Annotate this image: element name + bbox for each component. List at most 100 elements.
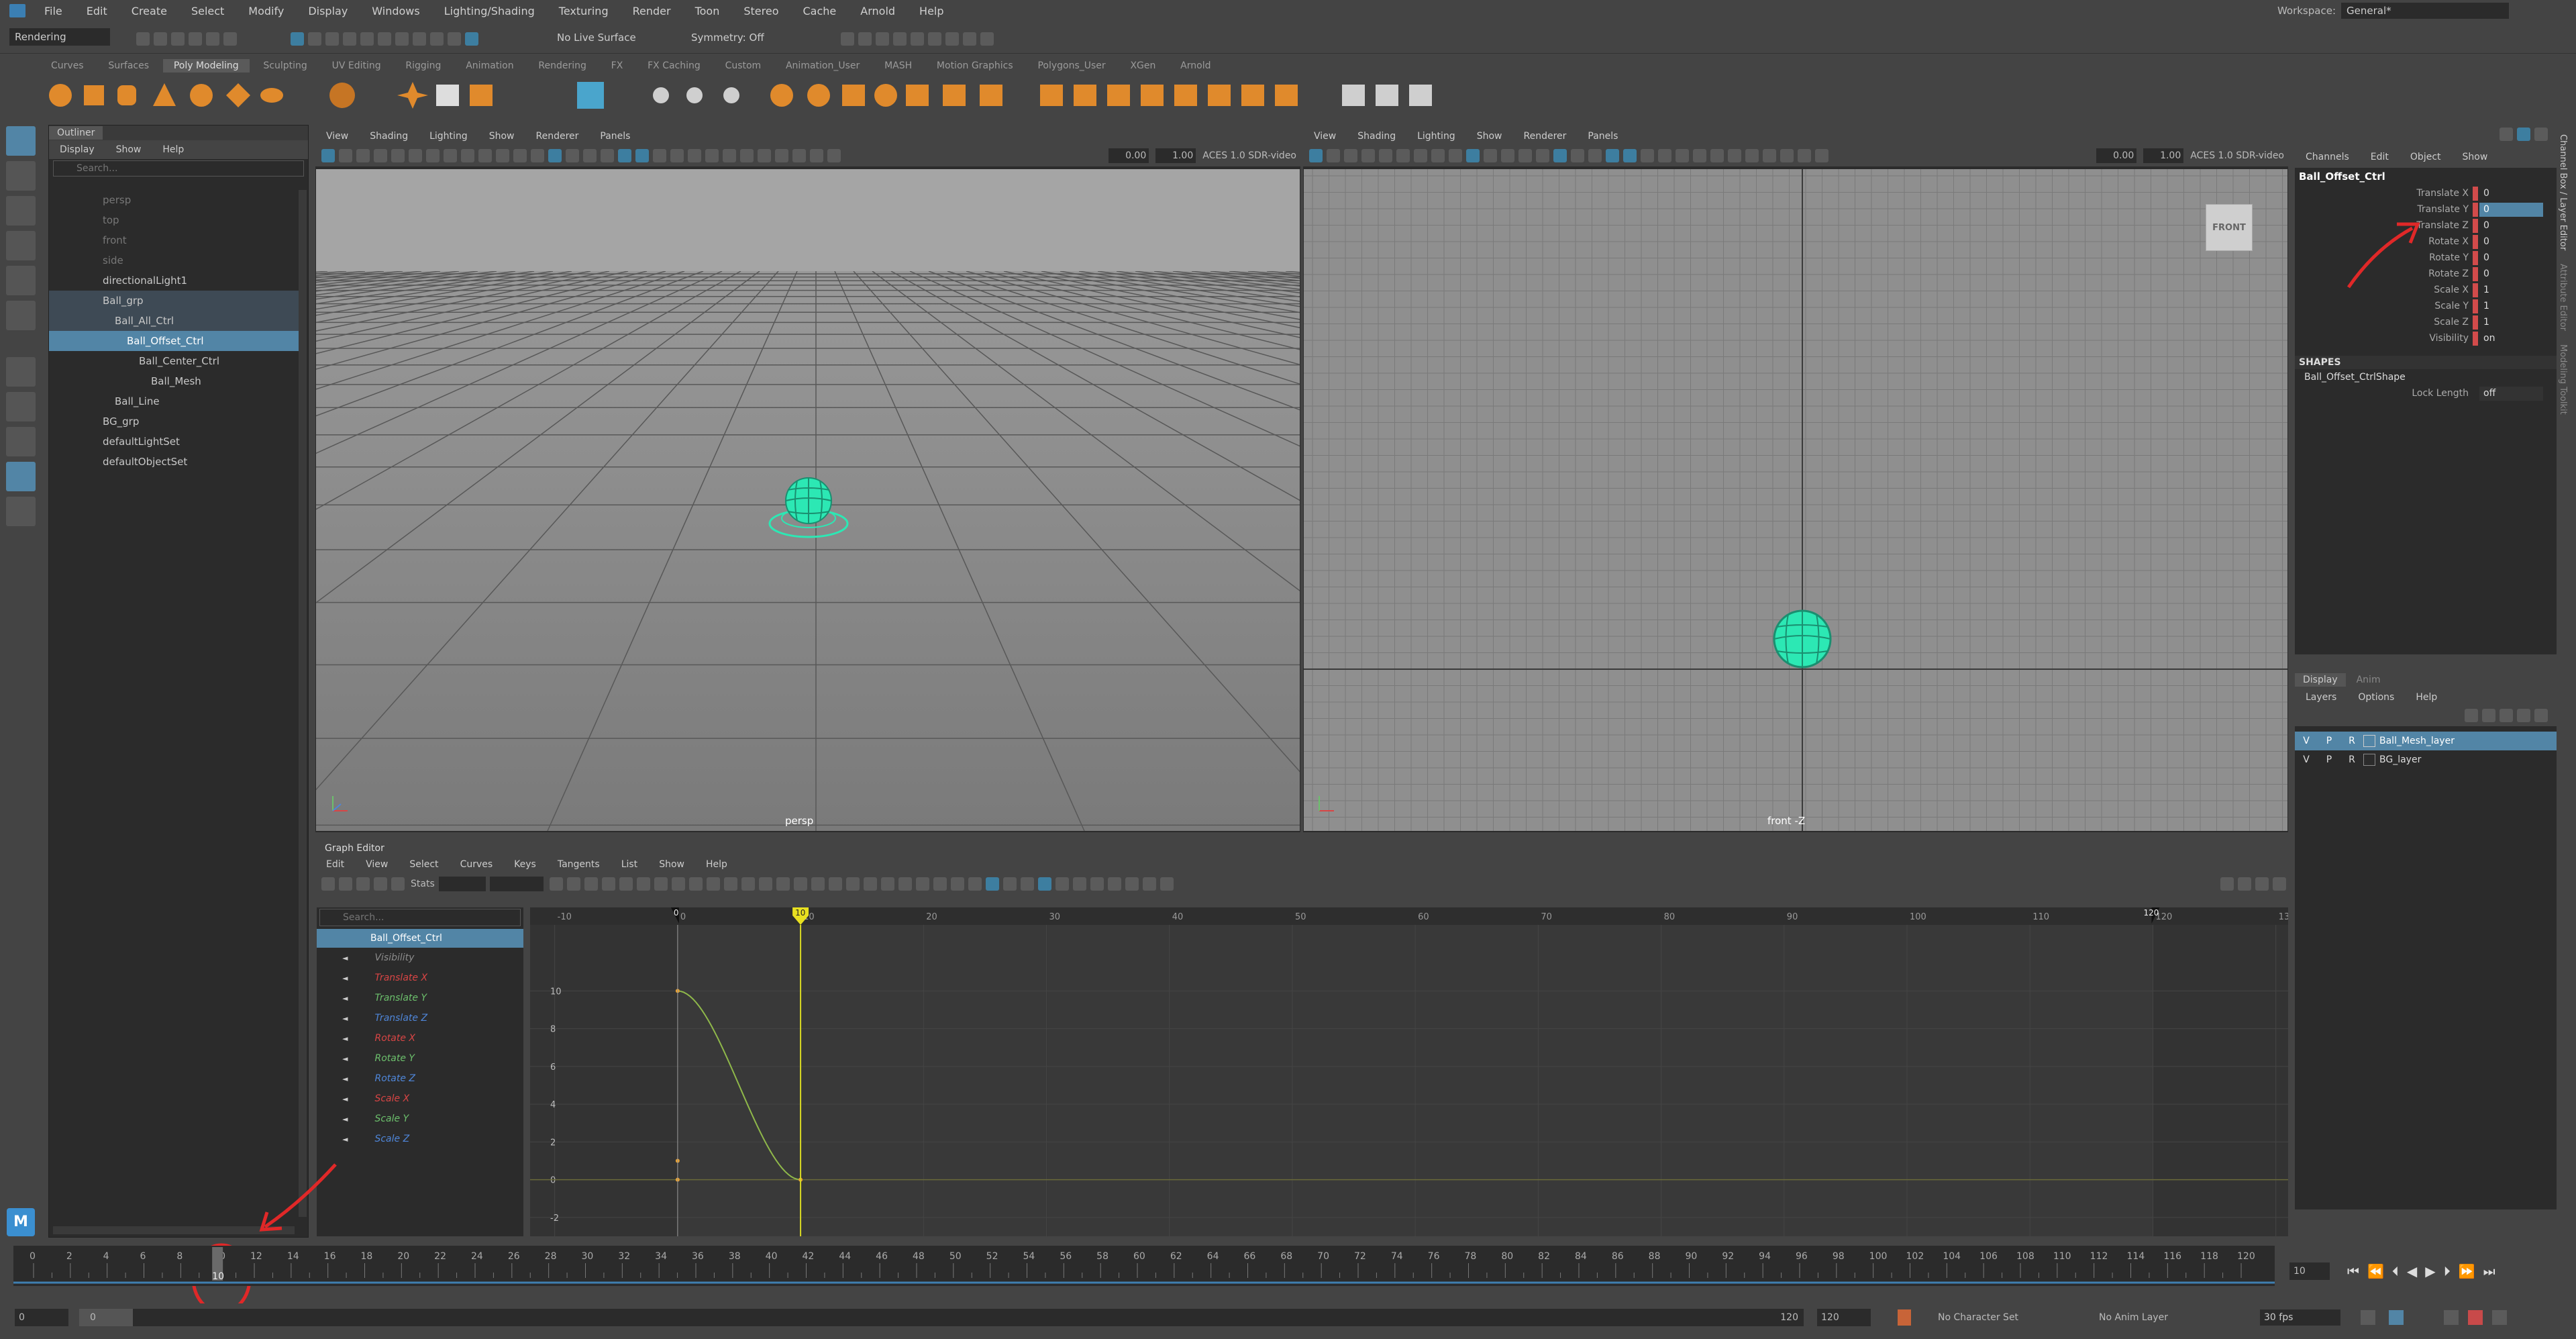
symmetry-dropdown[interactable]: Symmetry: Off: [691, 30, 812, 46]
channel-value[interactable]: on: [2479, 331, 2543, 346]
file-tools[interactable]: [134, 30, 255, 46]
curve-item[interactable]: ◄ Translate Y: [317, 988, 523, 1008]
channelbox-menu[interactable]: Show: [2452, 152, 2499, 162]
rotate-tool-icon[interactable]: [6, 266, 36, 295]
menu-toon[interactable]: Toon: [683, 5, 732, 17]
viewport-menu[interactable]: Renderer: [525, 131, 589, 142]
outliner-row[interactable]: defaultObjectSet: [49, 452, 299, 472]
menu-cache[interactable]: Cache: [791, 5, 849, 17]
outliner-row[interactable]: front: [49, 230, 299, 250]
outliner-row[interactable]: Ball_Center_Ctrl: [49, 351, 299, 371]
curve-item[interactable]: ◄ Scale Y: [317, 1109, 523, 1129]
layout-single-icon[interactable]: [6, 357, 36, 387]
layer-name[interactable]: BG_layer: [2379, 754, 2421, 765]
auto-key-icon[interactable]: [1898, 1309, 1911, 1326]
menuset-dropdown[interactable]: Rendering: [9, 28, 110, 46]
menu-file[interactable]: File: [32, 5, 74, 17]
shelf-tab[interactable]: Rendering: [527, 59, 597, 72]
stats-field-time[interactable]: [438, 877, 486, 891]
anim-layer-dropdown[interactable]: No Anim Layer: [2099, 1312, 2233, 1323]
front-viewport-canvas[interactable]: FRONT: [1304, 169, 2287, 831]
menu-display[interactable]: Display: [296, 5, 360, 17]
range-inner-start[interactable]: 0: [79, 1309, 133, 1326]
colorspace-label[interactable]: ACES 1.0 SDR-video: [2190, 150, 2284, 161]
range-inner-end[interactable]: 120: [1780, 1312, 1804, 1323]
channel-row[interactable]: Scale Y 1: [2295, 298, 2557, 314]
menu-render[interactable]: Render: [621, 5, 683, 17]
menu-texturing[interactable]: Texturing: [547, 5, 621, 17]
ball-front-icon[interactable]: [1773, 609, 1832, 668]
sound-icon[interactable]: [2444, 1310, 2459, 1325]
play-forward-icon[interactable]: ▶: [2425, 1263, 2435, 1279]
go-to-start-icon[interactable]: ⏮: [2347, 1263, 2359, 1279]
viewport-menu[interactable]: Show: [478, 131, 525, 142]
outliner-row[interactable]: Ball_Line: [49, 391, 299, 411]
curve-item[interactable]: ◄ Rotate X: [317, 1028, 523, 1048]
lasso-tool-icon[interactable]: [6, 161, 36, 191]
shelf-tab[interactable]: FX Caching: [637, 59, 711, 72]
menu-stereo[interactable]: Stereo: [731, 5, 790, 17]
channel-row[interactable]: Rotate Y 0: [2295, 250, 2557, 266]
shelf-tab[interactable]: Polygons_User: [1027, 59, 1116, 72]
graph-menu[interactable]: Show: [648, 859, 695, 870]
colorspace-label[interactable]: ACES 1.0 SDR-video: [1202, 150, 1296, 161]
outliner-row[interactable]: side: [49, 250, 299, 270]
side-tab-toolkit[interactable]: Modeling Toolkit: [2558, 344, 2568, 415]
ball-persp-icon[interactable]: [765, 470, 852, 544]
layout-outliner-icon[interactable]: [6, 462, 36, 491]
play-back-icon[interactable]: ◀: [2407, 1263, 2417, 1279]
menu-lighting-shading[interactable]: Lighting/Shading: [432, 5, 547, 17]
channelbox-top-icons[interactable]: [2489, 125, 2550, 141]
outliner-scrollbar[interactable]: [299, 190, 307, 1217]
select-tool-icon[interactable]: [6, 126, 36, 156]
character-set-dropdown[interactable]: No Character Set: [1938, 1312, 2072, 1323]
outliner-row[interactable]: Ball_Mesh: [49, 371, 299, 391]
menu-modify[interactable]: Modify: [236, 5, 296, 17]
outliner-row[interactable]: top: [49, 210, 299, 230]
menu-help[interactable]: Help: [907, 5, 956, 17]
move-tool-icon[interactable]: [6, 231, 36, 260]
channel-value[interactable]: 0: [2479, 250, 2543, 265]
channel-row[interactable]: Rotate X 0: [2295, 234, 2557, 250]
curve-item[interactable]: ◄ Translate Z: [317, 1008, 523, 1028]
scale-tool-icon[interactable]: [6, 301, 36, 330]
exposure-field[interactable]: 0.00: [2096, 148, 2137, 163]
channel-row[interactable]: Translate Z 0: [2295, 217, 2557, 234]
layer-menu[interactable]: Help: [2405, 692, 2448, 703]
paint-select-icon[interactable]: [6, 196, 36, 226]
outliner-hscrollbar[interactable]: [53, 1226, 295, 1234]
channelbox-menu[interactable]: Object: [2400, 152, 2452, 162]
fps-dropdown[interactable]: 30 fps: [2260, 1309, 2340, 1326]
exposure-field[interactable]: 0.00: [1109, 148, 1149, 163]
outliner-search-input[interactable]: [76, 163, 278, 174]
graph-menu[interactable]: Keys: [503, 859, 547, 870]
outliner-menu-show[interactable]: Show: [105, 144, 152, 155]
outliner-row[interactable]: BG_grp: [49, 411, 299, 432]
shelf-tab[interactable]: Sculpting: [252, 59, 317, 72]
outliner-row[interactable]: defaultLightSet: [49, 432, 299, 452]
outliner-row[interactable]: directionalLight1: [49, 270, 299, 291]
range-slider[interactable]: 0 120: [79, 1309, 1804, 1326]
step-back-key-icon[interactable]: ⏪: [2367, 1263, 2384, 1279]
channel-value[interactable]: 0: [2479, 266, 2543, 281]
window-controls[interactable]: [2529, 4, 2569, 17]
outliner-row[interactable]: persp: [49, 190, 299, 210]
shelf-tab[interactable]: XGen: [1119, 59, 1166, 72]
curve-item[interactable]: ◄ Rotate Z: [317, 1069, 523, 1089]
shelf-tab[interactable]: Motion Graphics: [926, 59, 1024, 72]
outliner-row-selected[interactable]: Ball_Offset_Ctrl: [49, 331, 299, 351]
viewcube[interactable]: FRONT: [2206, 204, 2253, 251]
side-tab-attribute[interactable]: Attribute Editor: [2558, 264, 2568, 331]
shelf-tab-active[interactable]: Poly Modeling: [162, 59, 250, 72]
stats-field-value[interactable]: [489, 877, 544, 891]
graph-menu[interactable]: View: [355, 859, 399, 870]
channel-row-lock-length[interactable]: Lock Length off: [2295, 385, 2557, 401]
channelbox-menu[interactable]: Channels: [2295, 152, 2360, 162]
channel-row[interactable]: Scale X 1: [2295, 282, 2557, 298]
maya-m-icon[interactable]: M: [7, 1208, 35, 1236]
graph-canvas[interactable]: -100102030405060708090100110120130108642…: [530, 907, 2296, 1236]
viewport-menu[interactable]: Renderer: [1512, 131, 1577, 142]
viewport-menu[interactable]: View: [315, 131, 359, 142]
viewport-menu[interactable]: Show: [1466, 131, 1513, 142]
time-slider[interactable]: 0246810121416182022242628303234363840424…: [13, 1246, 2275, 1286]
